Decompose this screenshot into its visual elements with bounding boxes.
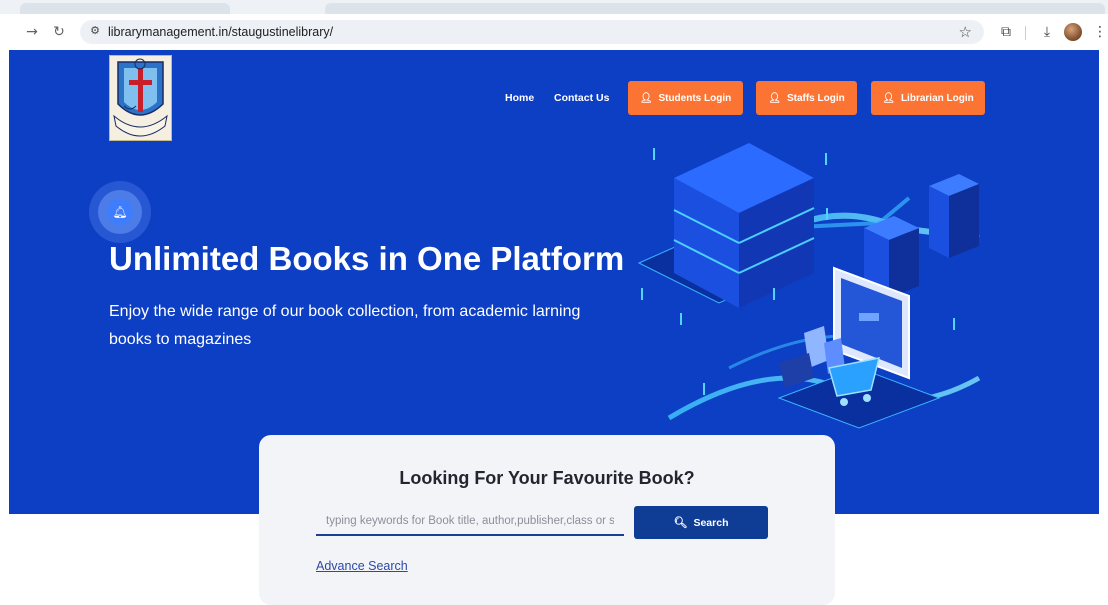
user-icon: 👤︎	[639, 92, 653, 104]
advance-search-link[interactable]: Advance Search	[316, 559, 408, 573]
back-arrow-icon[interactable]: →	[22, 22, 42, 42]
browser-tab-active[interactable]	[325, 3, 1105, 14]
star-icon[interactable]: ☆	[959, 23, 972, 41]
search-icon: 🔍︎	[673, 516, 688, 529]
students-login-label: Students Login	[658, 92, 732, 104]
address-bar[interactable]: ⚙ librarymanagement.in/staugustinelibrar…	[80, 20, 984, 44]
url-text[interactable]: librarymanagement.in/staugustinelibrary/	[108, 25, 333, 39]
toolbar-divider	[1025, 26, 1026, 40]
more-vert-icon[interactable]: ⋮	[1093, 22, 1107, 42]
notification-bell[interactable]: 🔔︎	[89, 181, 151, 243]
librarian-login-label: Librarian Login	[900, 92, 974, 104]
hero-subtitle: Enjoy the wide range of our book collect…	[109, 303, 581, 348]
students-login-button[interactable]: 👤︎ Students Login	[628, 81, 743, 115]
site-info-icon[interactable]: ⚙	[88, 24, 102, 38]
nav-contact-link[interactable]: Contact Us	[554, 92, 609, 104]
search-button[interactable]: 🔍︎ Search	[634, 506, 768, 539]
browser-toolbar: → ↻ ⚙ librarymanagement.in/staugustineli…	[0, 14, 1108, 50]
library-logo[interactable]	[109, 55, 172, 141]
browser-tab[interactable]	[20, 3, 230, 14]
data-server-illustration	[637, 143, 981, 429]
librarian-login-button[interactable]: 👤︎ Librarian Login	[871, 81, 985, 115]
search-button-label: Search	[693, 516, 729, 529]
hero-title: Unlimited Books in One Platform	[109, 240, 625, 277]
user-icon: 👤︎	[768, 92, 781, 104]
download-icon[interactable]: ⤓	[1037, 22, 1057, 42]
nav-home-link[interactable]: Home	[505, 92, 534, 104]
search-card: Looking For Your Favourite Book? 🔍︎ Sear…	[259, 435, 835, 605]
staffs-login-label: Staffs Login	[786, 92, 845, 104]
user-icon: 👤︎	[882, 92, 895, 104]
staffs-login-button[interactable]: 👤︎ Staffs Login	[756, 81, 857, 115]
search-input[interactable]	[316, 508, 624, 536]
browser-tabstrip	[0, 0, 1108, 14]
search-heading: Looking For Your Favourite Book?	[399, 468, 695, 488]
bell-icon: 🔔︎	[107, 199, 133, 225]
puzzle-icon[interactable]: ⧉	[996, 22, 1016, 42]
profile-avatar[interactable]	[1064, 23, 1082, 41]
reload-icon[interactable]: ↻	[49, 22, 69, 42]
